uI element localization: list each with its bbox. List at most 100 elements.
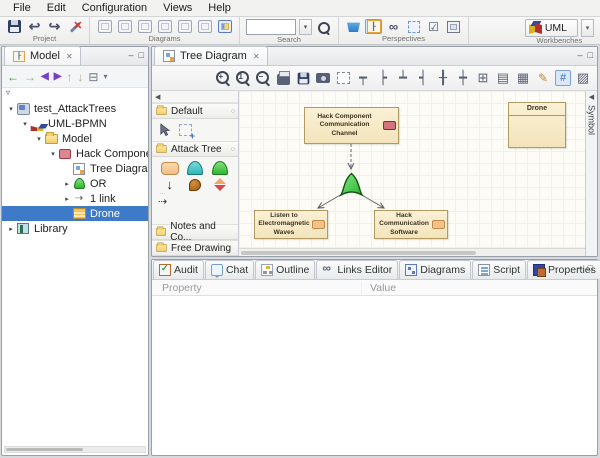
style-brush-button[interactable]: ✎ — [535, 70, 551, 86]
node-drone[interactable]: Drone — [508, 102, 566, 148]
menu-edit[interactable]: Edit — [40, 1, 73, 15]
redo-button[interactable]: ↪ — [46, 19, 63, 34]
tab-outline[interactable]: Outline — [255, 260, 315, 279]
filter-toggle[interactable]: ▿ — [2, 88, 148, 101]
tab-audit[interactable]: Audit — [153, 260, 204, 279]
workbench-selector[interactable]: UML — [525, 19, 578, 37]
search-button[interactable] — [315, 20, 332, 35]
tree-item-model[interactable]: ▾ Model — [2, 131, 148, 146]
countermeasure-tool-icon[interactable] — [189, 179, 201, 191]
selection-perspective-button[interactable] — [405, 19, 422, 34]
expander-icon[interactable]: ▾ — [6, 105, 16, 113]
tree-item-project[interactable]: ▾ test_AttackTrees — [2, 101, 148, 116]
select-tool-icon[interactable] — [158, 123, 171, 137]
palette-section-attack-tree[interactable]: Attack Tree ○ — [152, 141, 238, 157]
minimize-icon[interactable]: – — [129, 50, 134, 60]
expander-icon[interactable]: ▸ — [62, 180, 72, 188]
checked-tree-button[interactable]: ☑ — [425, 19, 442, 34]
expander-icon[interactable]: ▸ — [6, 225, 16, 233]
create-matrix-button[interactable] — [216, 19, 233, 34]
create-usecase-diagram-button[interactable] — [116, 19, 133, 34]
tab-tree-diagram[interactable]: Tree Diagram ✕ — [154, 46, 268, 65]
attack-node-tool-icon[interactable] — [161, 162, 179, 175]
print-button[interactable] — [275, 70, 291, 86]
menu-configuration[interactable]: Configuration — [75, 1, 154, 15]
search-dropdown-button[interactable]: ▾ — [299, 19, 312, 35]
palette-section-default[interactable]: Default ○ — [152, 103, 238, 119]
align-left-button[interactable]: ┝ — [375, 70, 391, 86]
navigate-forward-button[interactable]: → — [24, 71, 36, 83]
expander-icon[interactable]: ▸ — [62, 195, 72, 203]
node-or-gate[interactable] — [339, 172, 364, 197]
distribute-vertical-button[interactable]: ╂ — [435, 70, 451, 86]
create-composite-diagram-button[interactable] — [156, 19, 173, 34]
palette-collapse-button[interactable]: ◀ — [152, 91, 238, 103]
move-up-button[interactable]: ↑ — [66, 71, 72, 83]
model-perspective-button[interactable]: ┠ — [365, 19, 382, 34]
workbench-dropdown-button[interactable]: ▾ — [581, 19, 594, 37]
create-sequence-diagram-button[interactable] — [136, 19, 153, 34]
search-input[interactable] — [246, 19, 296, 35]
column-property[interactable]: Property — [152, 282, 362, 294]
tree-item-tree-diagram[interactable]: Tree Diagram — [2, 161, 148, 176]
tree-item-library[interactable]: ▸ Library — [2, 221, 148, 236]
save-image-button[interactable] — [295, 70, 311, 86]
create-state-diagram-button[interactable] — [196, 19, 213, 34]
minimize-icon[interactable]: – — [578, 50, 583, 60]
node-hack-component[interactable]: Hack Component Communication Channel — [304, 107, 399, 144]
align-top-button[interactable]: ┯ — [355, 70, 371, 86]
canvas-horizontal-scrollbar[interactable] — [239, 248, 585, 256]
pin-icon[interactable]: ○ — [231, 108, 235, 115]
align-right-button[interactable]: ┥ — [415, 70, 431, 86]
clean-workspace-button[interactable] — [345, 19, 362, 34]
palette-section-notes[interactable]: Notes and Co... — [152, 224, 238, 240]
menu-views[interactable]: Views — [156, 1, 199, 15]
menu-file[interactable]: File — [6, 1, 38, 15]
save-button[interactable] — [6, 19, 23, 34]
tab-links-editor[interactable]: Links Editor — [316, 260, 398, 279]
view-menu-button[interactable]: ▾ — [103, 73, 107, 81]
tree-item-hack-component[interactable]: ▾ Hack Component Cor — [2, 146, 148, 161]
tree-item-link[interactable]: ▸ ⇢ 1 link — [2, 191, 148, 206]
zoom-in-button[interactable]: #+ — [215, 70, 231, 86]
page-layout-button[interactable]: ▨ — [575, 70, 591, 86]
node-hack-software[interactable]: Hack Communication Software — [374, 210, 448, 239]
tab-model[interactable]: ┠ Model ✕ — [4, 46, 81, 65]
related-back-button[interactable]: ◀ — [41, 72, 49, 82]
dependency-link-tool-icon[interactable]: ···⇢ — [158, 196, 167, 208]
zoom-100-button[interactable]: 1 — [235, 70, 251, 86]
align-bottom-button[interactable]: ┷ — [395, 70, 411, 86]
configure-button[interactable]: ✕ — [66, 19, 83, 34]
column-value[interactable]: Value — [362, 282, 396, 294]
maximize-icon[interactable]: □ — [588, 263, 593, 273]
toggle-grid-button[interactable]: # — [555, 70, 571, 86]
diagram-canvas[interactable]: Hack Component Communication Channel Dro… — [239, 91, 585, 256]
menu-help[interactable]: Help — [201, 1, 238, 15]
node-listen-waves[interactable]: Listen to Electromagnetic Waves — [254, 210, 328, 239]
move-down-button[interactable]: ↓ — [77, 71, 83, 83]
minimize-icon[interactable]: – — [578, 263, 583, 273]
expander-icon[interactable]: ▾ — [34, 135, 44, 143]
auto-size-button[interactable]: ▤ — [495, 70, 511, 86]
pin-icon[interactable]: ○ — [231, 146, 235, 153]
snapshot-button[interactable] — [315, 70, 331, 86]
undo-button[interactable]: ↩ — [26, 19, 43, 34]
fit-frame-button[interactable]: ▦ — [515, 70, 531, 86]
links-perspective-button[interactable]: ∞ — [385, 19, 402, 34]
zoom-out-button[interactable]: − — [255, 70, 271, 86]
navigate-back-button[interactable]: ← — [7, 71, 19, 83]
maximize-icon[interactable]: □ — [588, 50, 593, 60]
create-activity-diagram-button[interactable] — [176, 19, 193, 34]
tree-item-or[interactable]: ▸ OR — [2, 176, 148, 191]
expander-icon[interactable]: ▾ — [20, 120, 30, 128]
refine-link-tool-icon[interactable]: ↓ — [166, 178, 173, 191]
distribute-horizontal-button[interactable]: ┿ — [455, 70, 471, 86]
model-horizontal-scrollbar[interactable] — [4, 446, 146, 453]
tree-item-uml-bpmn[interactable]: ▾ UML-BPMN — [2, 116, 148, 131]
maximize-icon[interactable]: □ — [139, 50, 144, 60]
or-gate-tool-icon[interactable] — [212, 161, 228, 175]
marquee-tool-icon[interactable] — [179, 124, 192, 136]
tab-chat[interactable]: Chat — [205, 260, 254, 279]
create-class-diagram-button[interactable] — [96, 19, 113, 34]
select-area-button[interactable] — [335, 70, 351, 86]
